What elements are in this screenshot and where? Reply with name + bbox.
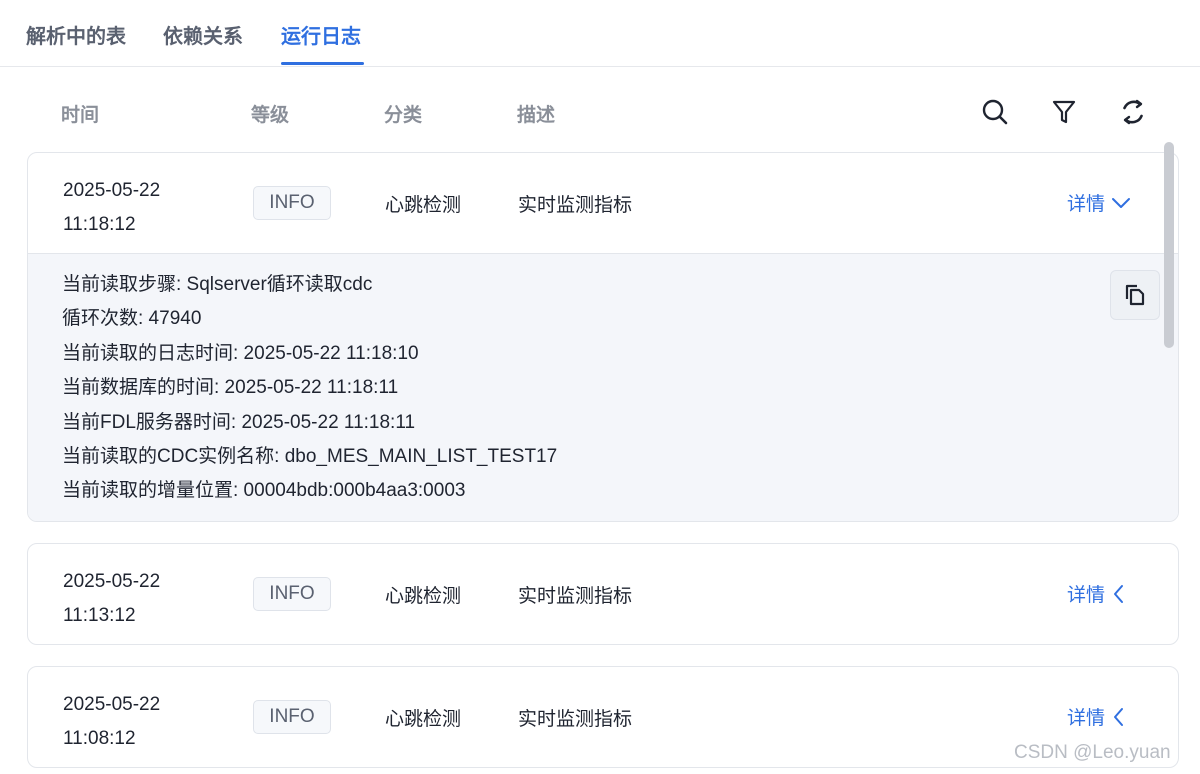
tab-run-logs[interactable]: 运行日志 <box>281 20 361 49</box>
detail-line-cdc-instance: 当前读取的CDC实例名称: dbo_MES_MAIN_LIST_TEST17 <box>62 446 558 468</box>
log-time: 11:18:12 <box>63 214 136 235</box>
detail-line-db-time: 当前数据库的时间: 2025-05-22 11:18:11 <box>62 377 399 399</box>
search-icon[interactable] <box>980 97 1010 127</box>
log-level-badge: INFO <box>253 186 331 220</box>
log-category: 心跳检测 <box>385 586 462 607</box>
column-header-time: 时间 <box>61 105 100 126</box>
column-header-description: 描述 <box>517 105 556 126</box>
log-date: 2025-05-22 <box>63 694 161 715</box>
filter-icon[interactable] <box>1049 97 1079 127</box>
details-label: 详情 <box>1067 708 1106 729</box>
log-description: 实时监测指标 <box>518 709 633 730</box>
refresh-icon[interactable] <box>1118 97 1148 127</box>
log-entry: 2025-05-22 11:08:12 INFO 心跳检测 实时监测指标 详情 <box>27 666 1179 768</box>
log-entry: 2025-05-22 11:18:12 INFO 心跳检测 实时监测指标 详情 … <box>27 152 1179 522</box>
copy-icon <box>1125 284 1145 306</box>
detail-line-log-time: 当前读取的日志时间: 2025-05-22 11:18:10 <box>62 342 419 364</box>
chevron-left-icon <box>1114 707 1124 726</box>
chevron-left-icon <box>1114 584 1124 603</box>
log-detail-panel: 当前读取步骤: Sqlserver循环读取cdc 循环次数: 47940 当前读… <box>28 253 1178 521</box>
log-category: 心跳检测 <box>385 195 462 216</box>
tab-dependencies[interactable]: 依赖关系 <box>163 20 243 49</box>
scrollbar-thumb[interactable] <box>1164 142 1174 348</box>
tab-bar: 解析中的表 依赖关系 运行日志 <box>0 0 1200 67</box>
log-level-badge: INFO <box>253 700 331 734</box>
log-panel: 解析中的表 依赖关系 运行日志 时间 等级 分类 描述 2025-05-22 1… <box>0 0 1200 774</box>
log-time: 11:08:12 <box>63 728 136 749</box>
log-description: 实时监测指标 <box>518 195 633 216</box>
detail-line-read-step: 当前读取步骤: Sqlserver循环读取cdc <box>62 274 373 295</box>
log-entry-header: 2025-05-22 11:18:12 INFO 心跳检测 实时监测指标 详情 <box>28 153 1178 253</box>
details-label: 详情 <box>1067 585 1106 606</box>
log-timestamp: 2025-05-22 11:13:12 <box>63 565 160 633</box>
detail-line-increment-position: 当前读取的增量位置: 00004bdb:000b4aa3:0003 <box>62 480 466 502</box>
log-level-badge: INFO <box>253 577 331 611</box>
log-category: 心跳检测 <box>385 709 462 730</box>
detail-line-server-time: 当前FDL服务器时间: 2025-05-22 11:18:11 <box>62 411 416 433</box>
watermark: CSDN @Leo.yuan <box>1014 742 1171 763</box>
detail-line-loop-count: 循环次数: 47940 <box>62 308 202 330</box>
log-entry: 2025-05-22 11:13:12 INFO 心跳检测 实时监测指标 详情 <box>27 543 1179 645</box>
log-entry-header: 2025-05-22 11:08:12 INFO 心跳检测 实时监测指标 详情 <box>28 667 1178 767</box>
details-toggle[interactable]: 详情 <box>1067 189 1131 216</box>
active-tab-indicator <box>281 62 364 65</box>
log-entry-header: 2025-05-22 11:13:12 INFO 心跳检测 实时监测指标 详情 <box>28 544 1178 644</box>
column-header-level: 等级 <box>251 105 290 126</box>
log-date: 2025-05-22 <box>63 180 161 201</box>
log-time: 11:13:12 <box>63 605 136 626</box>
details-label: 详情 <box>1067 194 1106 215</box>
log-description: 实时监测指标 <box>518 586 633 607</box>
log-timestamp: 2025-05-22 11:18:12 <box>63 174 160 242</box>
copy-button[interactable] <box>1110 270 1160 320</box>
detail-lines: 当前读取步骤: Sqlserver循环读取cdc 循环次数: 47940 当前读… <box>62 268 557 509</box>
tab-parsing-tables[interactable]: 解析中的表 <box>26 20 126 49</box>
log-timestamp: 2025-05-22 11:08:12 <box>63 688 160 756</box>
log-date: 2025-05-22 <box>63 571 161 592</box>
details-toggle[interactable]: 详情 <box>1067 703 1127 730</box>
chevron-down-icon <box>1112 197 1131 208</box>
column-header-category: 分类 <box>384 105 423 126</box>
details-toggle[interactable]: 详情 <box>1067 580 1127 607</box>
